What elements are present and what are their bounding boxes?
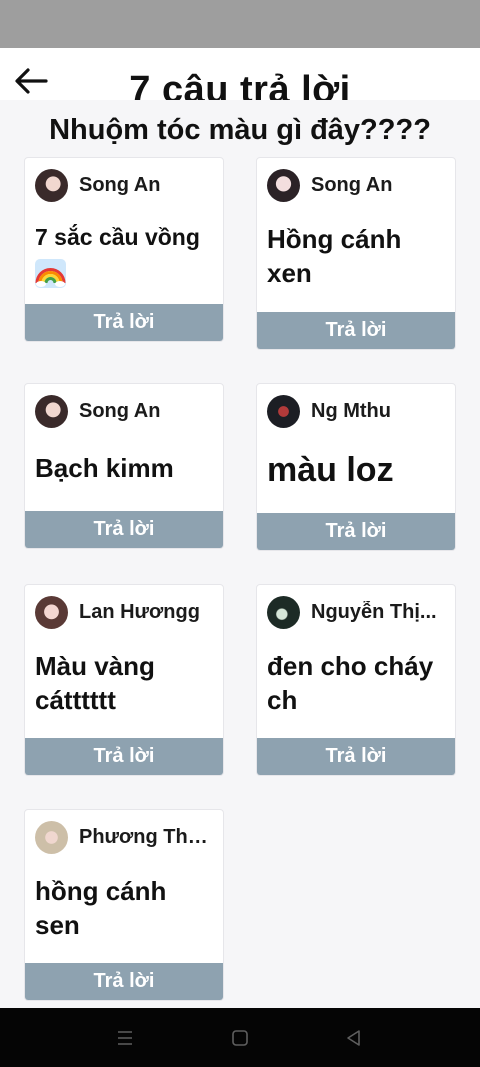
answer-author[interactable]: Song An — [35, 168, 215, 202]
answer-card: Song An 7 sắc cầu vồng Trả lời — [24, 157, 224, 342]
avatar — [35, 168, 68, 202]
answer-text: 7 sắc cầu vồng — [35, 220, 215, 289]
question-title: Nhuộm tóc màu gì đây???? — [49, 114, 431, 146]
reply-button[interactable]: Trả lời — [257, 738, 455, 775]
home-square-icon[interactable] — [230, 1028, 250, 1048]
answer-card: Ng Mthu màu loz Trả lời — [256, 383, 456, 551]
back-triangle-icon[interactable] — [344, 1028, 364, 1048]
answer-text: Màu vàng cátttttt — [35, 651, 155, 715]
author-name: Song An — [79, 173, 161, 196]
avatar — [35, 595, 68, 629]
reply-button[interactable]: Trả lời — [25, 304, 223, 341]
header: 7 câu trả lời — [0, 48, 480, 100]
avatar — [267, 595, 300, 629]
answer-text: Hồng cánh xen — [267, 224, 402, 288]
answer-author[interactable]: Ng Mthu — [267, 394, 447, 428]
reply-button[interactable]: Trả lời — [25, 738, 223, 775]
answer-author[interactable]: Phương Thả... — [35, 820, 215, 854]
rainbow-icon — [35, 259, 66, 289]
answer-text: màu loz — [267, 451, 394, 489]
author-name: Lan Hươngg — [79, 600, 200, 623]
answer-card: Nguyễn Thị... đen cho cháy ch Trả lời — [256, 584, 456, 776]
page-title: 7 câu trả lời — [129, 69, 351, 100]
system-nav-bar — [0, 1008, 480, 1067]
author-name: Phương Thả... — [79, 825, 215, 848]
avatar — [35, 820, 68, 854]
reply-button[interactable]: Trả lời — [25, 963, 223, 1000]
answer-author[interactable]: Lan Hươngg — [35, 595, 215, 629]
answer-author[interactable]: Nguyễn Thị... — [267, 595, 447, 629]
answer-author[interactable]: Song An — [267, 168, 447, 202]
status-bar — [0, 0, 480, 48]
reply-button[interactable]: Trả lời — [25, 511, 223, 548]
answer-card: Song An Bạch kimm Trả lời — [24, 383, 224, 549]
avatar — [267, 168, 300, 202]
answer-card: Phương Thả... hồng cánh sen Trả lời — [24, 809, 224, 1001]
answer-text: đen cho cháy ch — [267, 651, 434, 715]
author-name: Song An — [79, 399, 161, 422]
answer-text: Bạch kimm — [35, 453, 174, 483]
reply-button[interactable]: Trả lời — [257, 312, 455, 349]
menu-icon[interactable] — [115, 1028, 135, 1048]
avatar — [35, 394, 68, 428]
answer-author[interactable]: Song An — [35, 394, 215, 428]
reply-button[interactable]: Trả lời — [257, 513, 455, 550]
author-name: Song An — [311, 173, 393, 196]
author-name: Ng Mthu — [311, 399, 391, 422]
author-name: Nguyễn Thị... — [311, 600, 437, 623]
avatar — [267, 394, 300, 428]
answer-text: hồng cánh sen — [35, 876, 167, 940]
answer-card: Song An Hồng cánh xen Trả lời — [256, 157, 456, 350]
answer-card: Lan Hươngg Màu vàng cátttttt Trả lời — [24, 584, 224, 776]
